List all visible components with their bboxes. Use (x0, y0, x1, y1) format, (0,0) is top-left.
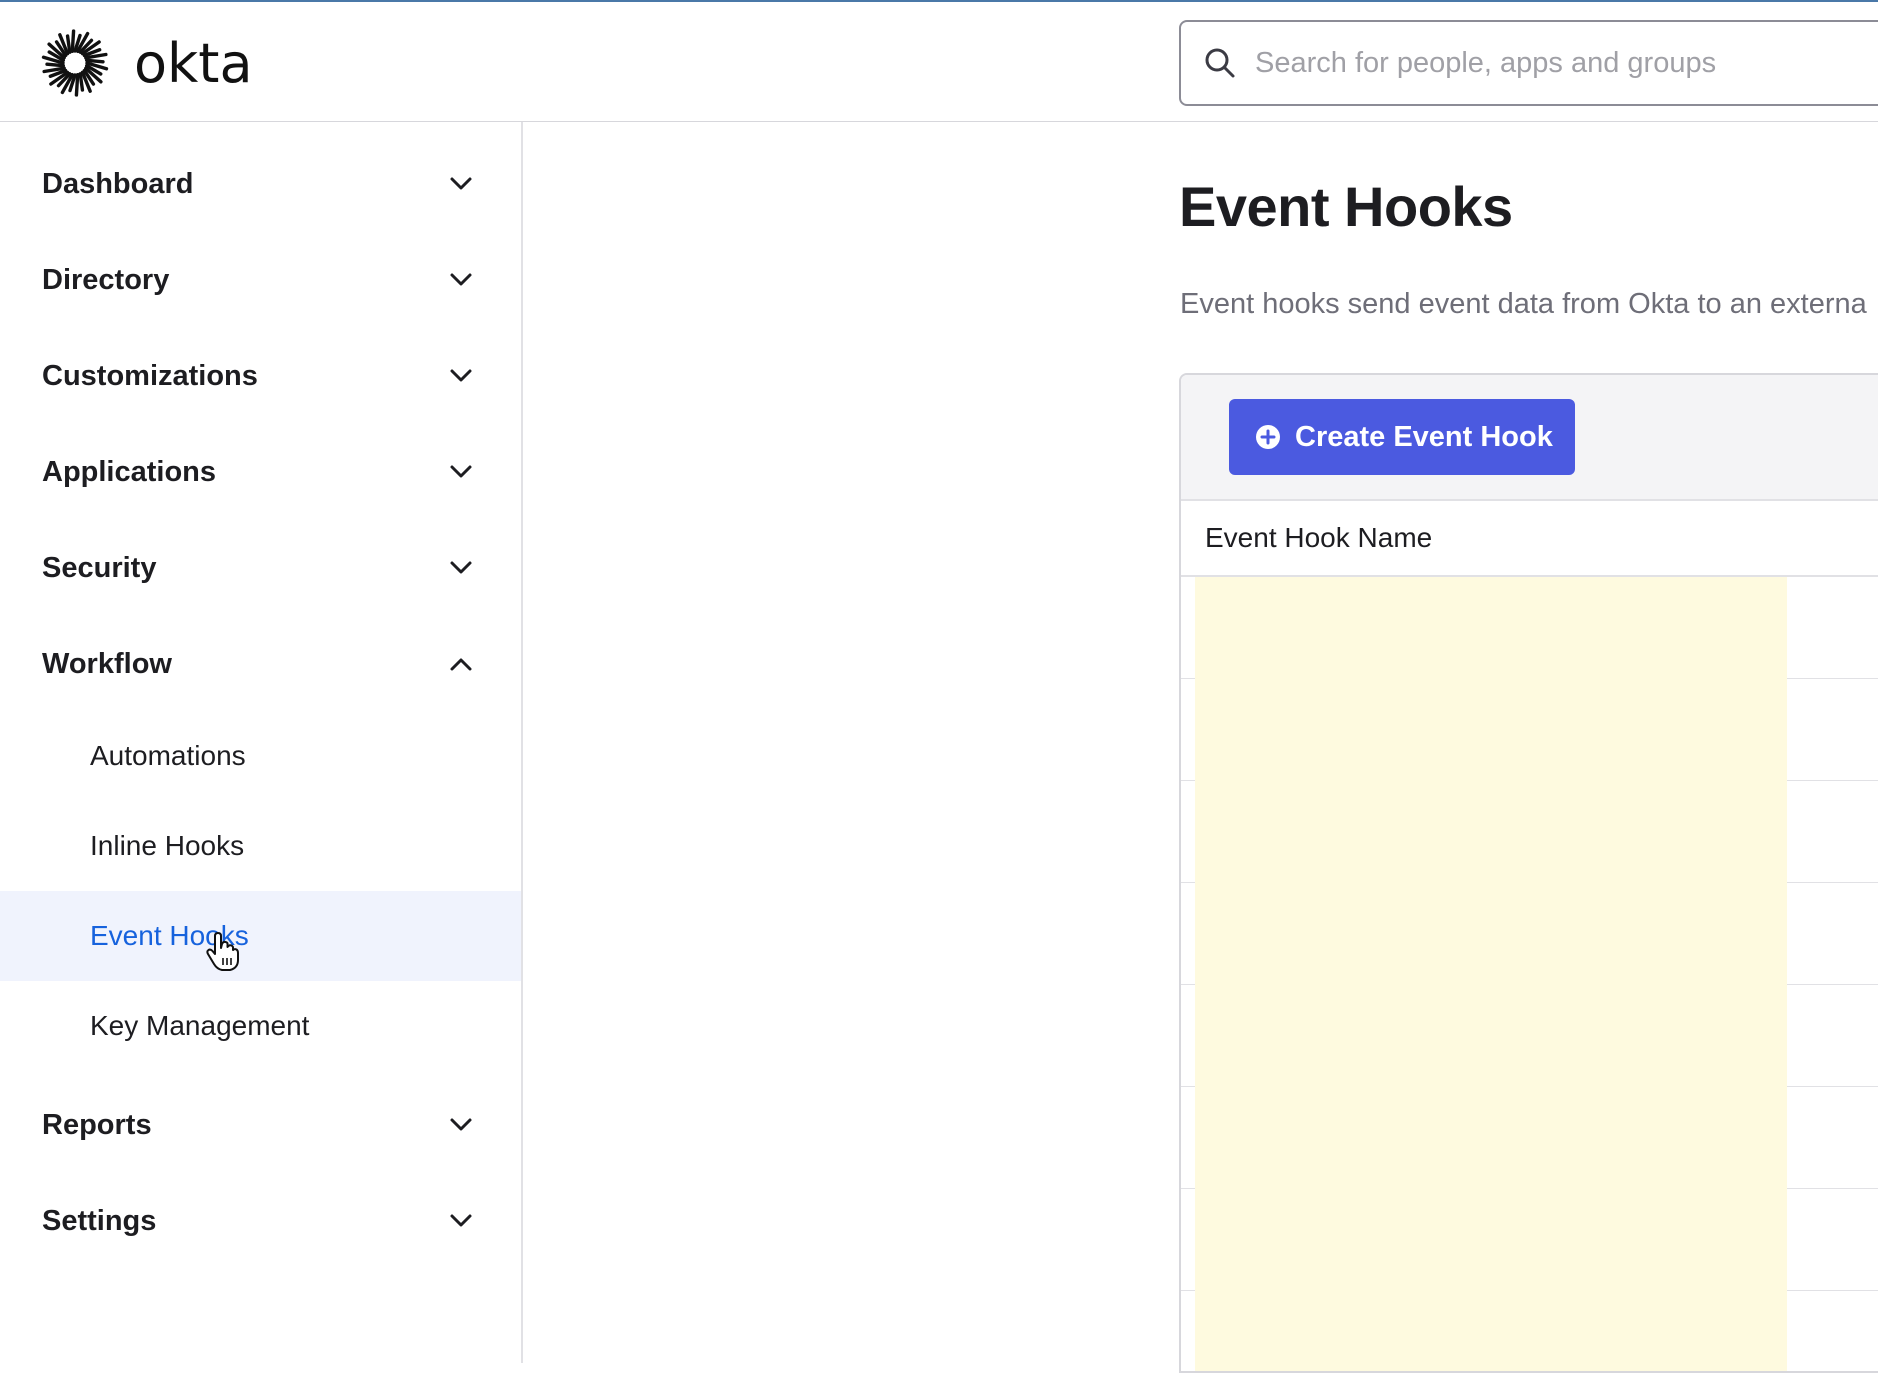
sidebar-subitem-automations[interactable]: Automations (0, 711, 521, 801)
sidebar-item-workflow[interactable]: Workflow (0, 616, 521, 712)
redacted-cell (1195, 781, 1787, 883)
table-row[interactable] (1181, 883, 1878, 985)
redacted-cell (1195, 883, 1787, 985)
sidebar-item-label: Reports (42, 1108, 152, 1141)
sidebar-item-directory[interactable]: Directory (0, 232, 521, 328)
redacted-cell (1195, 1291, 1787, 1371)
sidebar-subitem-label: Key Management (90, 1010, 310, 1041)
sidebar-item-dashboard[interactable]: Dashboard (0, 136, 521, 232)
chevron-down-icon (450, 561, 472, 574)
redacted-cell (1195, 679, 1787, 781)
event-hooks-table-body (1181, 577, 1878, 1371)
okta-sunburst-icon (41, 29, 109, 97)
chevron-down-icon (450, 273, 472, 286)
plus-circle-icon (1256, 425, 1280, 449)
page-description: Event hooks send event data from Okta to… (1180, 288, 1867, 320)
sidebar-item-label: Workflow (42, 647, 172, 680)
table-row[interactable] (1181, 1291, 1878, 1371)
search-icon (1205, 48, 1235, 78)
table-row[interactable] (1181, 577, 1878, 679)
chevron-down-icon (450, 1214, 472, 1227)
search-input[interactable] (1255, 46, 1875, 80)
sidebar-item-customizations[interactable]: Customizations (0, 328, 521, 424)
create-event-hook-label: Create Event Hook (1295, 420, 1553, 453)
sidebar-item-label: Security (42, 551, 157, 584)
main-content: Event Hooks Event hooks send event data … (523, 122, 1878, 1373)
panel-toolbar: Create Event Hook (1181, 375, 1878, 501)
table-column-header: Event Hook Name (1181, 501, 1878, 577)
sidebar-subitem-event-hooks[interactable]: Event Hooks (0, 891, 521, 981)
redacted-cell (1195, 1087, 1787, 1189)
sidebar-item-label: Applications (42, 455, 217, 488)
sidebar-item-settings[interactable]: Settings (0, 1173, 521, 1269)
global-search[interactable] (1179, 20, 1878, 106)
event-hooks-panel: Create Event Hook Event Hook Name (1179, 373, 1878, 1373)
redacted-cell (1195, 985, 1787, 1087)
page-title: Event Hooks (1179, 175, 1513, 238)
sidebar-subitem-label: Automations (90, 740, 246, 771)
sidebar-item-label: Settings (42, 1204, 157, 1237)
table-row[interactable] (1181, 1087, 1878, 1189)
sidebar-item-applications[interactable]: Applications (0, 424, 521, 520)
chevron-down-icon (450, 369, 472, 382)
chevron-down-icon (450, 1118, 472, 1131)
table-row[interactable] (1181, 1189, 1878, 1291)
sidebar-subitem-key-management[interactable]: Key Management (0, 981, 521, 1071)
sidebar-item-label: Directory (42, 263, 170, 296)
hand-pointer-cursor-icon (206, 932, 239, 971)
column-header-event-hook-name: Event Hook Name (1205, 522, 1433, 553)
sidebar-subitem-inline-hooks[interactable]: Inline Hooks (0, 801, 521, 891)
table-row[interactable] (1181, 679, 1878, 781)
sidebar-item-reports[interactable]: Reports (0, 1077, 521, 1173)
chevron-up-icon (450, 658, 472, 671)
table-row[interactable] (1181, 985, 1878, 1087)
logo-text: okta (134, 31, 253, 95)
sidebar-item-security[interactable]: Security (0, 520, 521, 616)
create-event-hook-button[interactable]: Create Event Hook (1229, 399, 1575, 475)
sidebar-item-label: Dashboard (42, 167, 194, 200)
sidebar-item-label: Customizations (42, 359, 258, 392)
redacted-cell (1195, 577, 1787, 679)
chevron-down-icon (450, 177, 472, 190)
sidebar-subitem-label: Inline Hooks (90, 830, 245, 861)
sidebar-nav: Dashboard Directory Customizations Appli… (0, 122, 523, 1363)
table-row[interactable] (1181, 781, 1878, 883)
okta-logo[interactable]: okta (40, 28, 253, 98)
redacted-cell (1195, 1189, 1787, 1291)
chevron-down-icon (450, 465, 472, 478)
top-header: okta (0, 2, 1878, 122)
